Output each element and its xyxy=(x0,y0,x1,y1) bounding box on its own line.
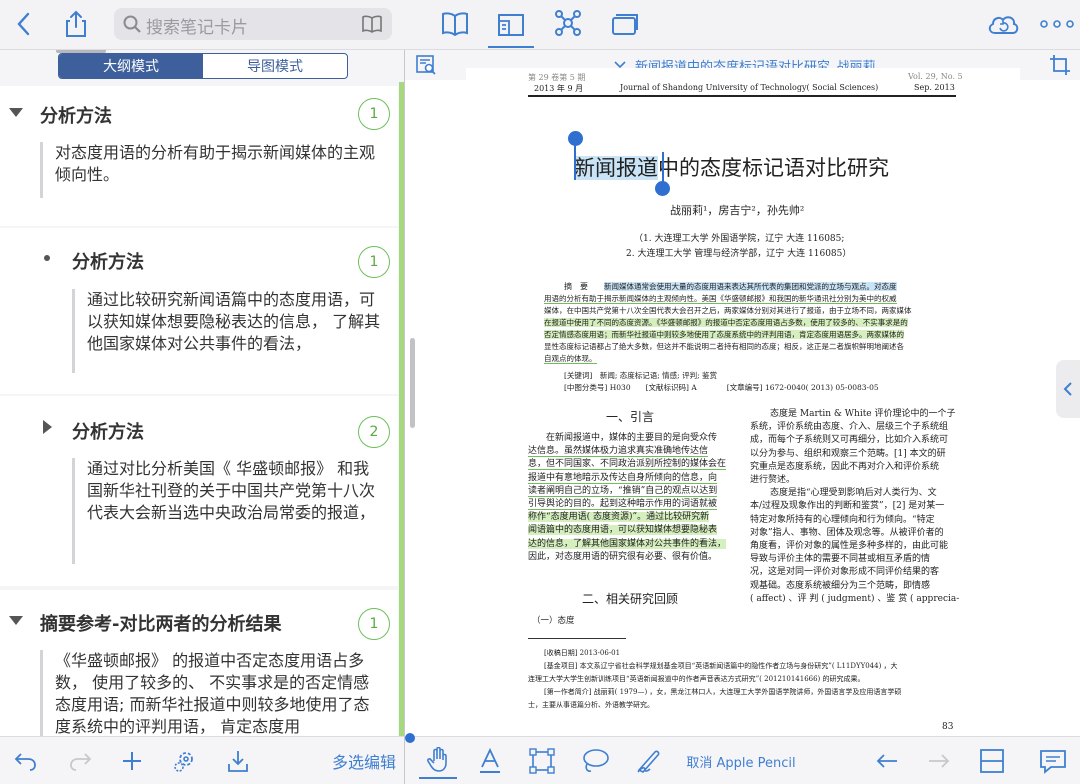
settings-icon[interactable] xyxy=(170,747,198,775)
selected-text[interactable]: 新闻报道 xyxy=(574,156,658,180)
paper-title[interactable]: 新闻报道中的态度标记语对比研究 xyxy=(574,152,889,182)
section-heading-review: 二、相关研究回顾 xyxy=(582,592,679,606)
footnote: 连理工大学大学生创新训练项目“英语新闻报道中的作者声音表达方式研究”( 2012… xyxy=(528,675,865,683)
outline-item[interactable]: 分析方法 2 通过对比分析美国《 华盛顿邮报》 和我国新华社刊登的关于中国共产党… xyxy=(0,396,398,586)
journal-volume: 第 29 卷第 5 期 xyxy=(528,73,586,82)
comment-icon[interactable] xyxy=(1037,745,1069,777)
outline-note: 通过比较研究新闻语篇中的态度用语，可以获知媒体想要隐秘表达的信息， 了解其他国家… xyxy=(72,289,382,373)
outline-item[interactable]: 分析方法 1 对态度用语的分析有助于揭示新闻媒体的主观倾向性。 xyxy=(0,86,398,226)
book-icon[interactable] xyxy=(440,8,470,40)
pen-tool-icon[interactable] xyxy=(633,745,665,777)
journal-name: Journal of Shandong University of Techno… xyxy=(620,83,879,92)
outline-item-title: 分析方法 xyxy=(40,106,112,127)
crop-icon[interactable] xyxy=(1047,52,1073,78)
footnote: [基金项目] 本文系辽宁省社会科学规划基金项目“英语新闻语篇中的隐性作者立场与身… xyxy=(544,662,898,670)
footnote: [收稿日期] 2013-06-01 xyxy=(544,649,621,657)
affiliation-2: 2. 大连理工大学 管理与经济学部，辽宁 大连 116085） xyxy=(626,249,852,259)
share-icon[interactable] xyxy=(62,8,90,40)
side-panel-toggle[interactable] xyxy=(1056,360,1080,418)
affiliation-1: （1. 大连理工大学 外国语学院，辽宁 大连 116085; xyxy=(634,234,845,244)
abstract-line: 媒体，在中国共产党第十八次全国代表大会召开之后，两家媒体分别对其进行了报道，由于… xyxy=(544,306,912,315)
more-icon[interactable] xyxy=(1038,12,1076,36)
panel-divider[interactable] xyxy=(404,50,405,784)
mode-switch[interactable]: 大纲模式 导图模式 xyxy=(58,53,348,79)
card-count-badge: 1 xyxy=(358,246,390,278)
arrow-left-icon[interactable] xyxy=(873,747,901,775)
undo-icon[interactable] xyxy=(12,747,40,775)
outline-note: 通过对比分析美国《 华盛顿邮报》 和我国新华社刊登的关于中国共产党第十八次代表大… xyxy=(72,458,382,564)
header-rule xyxy=(528,95,956,97)
lasso-tool-icon[interactable] xyxy=(579,745,611,777)
mindmap-icon[interactable] xyxy=(552,6,584,40)
redo-icon[interactable] xyxy=(66,747,94,775)
outline-item-title: 分析方法 xyxy=(72,422,144,443)
selection-start-bar xyxy=(574,142,576,180)
subsection-heading: （一）态度 xyxy=(532,616,575,626)
hand-tool-icon[interactable] xyxy=(419,743,457,779)
abstract-line: 在报道中使用了不同的态度资源。《华盛顿邮报》的报道中否定态度用语占多数，使用了较… xyxy=(544,318,908,327)
book-small-icon[interactable] xyxy=(360,14,384,34)
section-heading-intro: 一、引言 xyxy=(606,410,655,424)
arrow-right-icon[interactable] xyxy=(925,747,953,775)
scrollbar[interactable] xyxy=(410,338,415,428)
journal-volume-en: Vol. 29, No. 5 xyxy=(908,72,963,81)
outline-panel: 大纲模式 导图模式 分析方法 1 对态度用语的分析有助于揭示新闻媒体的主观倾向性… xyxy=(0,50,404,736)
journal-date: 2013 年 9 月 xyxy=(534,84,584,93)
page-search-icon[interactable] xyxy=(413,52,439,78)
keywords: [关键词] 新闻; 态度标记语; 情感; 评判; 鉴赏 xyxy=(564,371,717,380)
back-icon[interactable] xyxy=(10,8,36,40)
outline-item-title: 分析方法 xyxy=(72,252,144,273)
card-count-badge: 2 xyxy=(358,416,390,448)
outline-item-title: 摘要参考-对比两者的分析结果 xyxy=(40,614,282,635)
card-count-badge: 1 xyxy=(358,608,390,640)
collapse-caret-icon[interactable] xyxy=(9,108,23,117)
chevron-left-icon xyxy=(1063,382,1072,396)
abstract-label: 摘 要 xyxy=(564,282,588,291)
scroll-position-dot xyxy=(405,733,415,743)
document-view-icon[interactable] xyxy=(488,4,534,48)
rect-tool-icon[interactable] xyxy=(527,745,557,777)
paper-authors: 战丽莉¹，房吉宁²，孙先帅² xyxy=(670,204,805,217)
bullet-icon xyxy=(44,255,50,261)
page-number: 83 xyxy=(942,722,954,732)
top-toolbar: 搜索笔记卡片 xyxy=(0,0,1080,50)
outline-note: 《华盛顿邮报》 的报道中否定态度用语占多数， 使用了较多的、 不实事求是的否定情… xyxy=(40,650,380,736)
outline-toolbar: 多选编辑 xyxy=(0,736,404,784)
intro-paragraph: 在新闻报道中，媒体的主要目的是向受众传 达信息。虽然媒体极力追求真实准确地传达信… xyxy=(528,433,727,562)
footnote: 士，主要从事语篇分析、外语教学研究。 xyxy=(528,701,654,709)
abstract-line: 新闻媒体通常会使用大量的态度用语来表达其所代表的集团和党派的立场与观点。对态度 xyxy=(604,282,897,291)
collapse-caret-icon[interactable] xyxy=(9,616,23,625)
selection-end-bar xyxy=(662,152,664,182)
selection-end-handle[interactable] xyxy=(655,181,670,196)
abstract-line: 自观点的体现。 xyxy=(544,354,597,364)
footnote-rule xyxy=(528,638,626,639)
search-icon xyxy=(122,14,142,34)
tab-outline-mode[interactable]: 大纲模式 xyxy=(59,54,203,78)
outline-item[interactable]: 分析方法 1 通过比较研究新闻语篇中的态度用语，可以获知媒体想要隐秘表达的信息，… xyxy=(0,228,398,394)
outline-note: 对态度用语的分析有助于揭示新闻媒体的主观倾向性。 xyxy=(40,142,380,198)
pdf-page: 第 29 卷第 5 期 2013 年 9 月 Journal of Shando… xyxy=(466,68,1020,736)
journal-date-en: Sep. 2013 xyxy=(914,83,955,92)
tab-mindmap-mode[interactable]: 导图模式 xyxy=(203,54,347,78)
cloud-sync-icon[interactable] xyxy=(984,8,1022,40)
multi-select-edit-button[interactable]: 多选编辑 xyxy=(326,749,402,773)
split-view-icon[interactable] xyxy=(977,745,1007,777)
attitude-paragraph: 态度是 Martin & White 评价理论中的一个子 系统，评价系统由态度、… xyxy=(750,409,960,604)
abstract-line: 显性态度标记语都占了绝大多数，但这并不能说明二者持有相同的态度；相反，这正是二者… xyxy=(544,342,904,351)
search-input[interactable]: 搜索笔记卡片 xyxy=(114,8,392,40)
cancel-apple-pencil-button[interactable]: 取消 Apple Pencil xyxy=(685,749,797,773)
card-count-badge: 1 xyxy=(358,98,390,130)
annotation-toolbar: 取消 Apple Pencil xyxy=(405,733,1080,784)
footnote: [第一作者简介] 战丽莉( 1979—) ，女，黑龙江林口人，大连理工大学外国语… xyxy=(544,688,902,696)
abstract-line: 否定情感态度用语；而新华社报道中则较多地使用了态度系统中的评判用语，肯定态度用语… xyxy=(544,330,904,339)
add-icon[interactable] xyxy=(118,747,146,775)
text-tool-icon[interactable] xyxy=(475,745,505,777)
search-placeholder: 搜索笔记卡片 xyxy=(146,18,248,38)
outline-item[interactable]: 摘要参考-对比两者的分析结果 1 《华盛顿邮报》 的报道中否定态度用语占多数， … xyxy=(0,590,398,736)
expand-caret-icon[interactable] xyxy=(43,420,52,434)
classification: [中图分类号] H030 [文献标识码] A [文章编号] 1672-0040(… xyxy=(564,383,879,392)
cards-icon[interactable] xyxy=(610,8,640,40)
export-icon[interactable] xyxy=(224,747,252,775)
abstract-line: 用语的分析有助于揭示新闻媒体的主观倾向性。美国《华盛顿邮报》和我国的新华通讯社分… xyxy=(544,294,897,304)
